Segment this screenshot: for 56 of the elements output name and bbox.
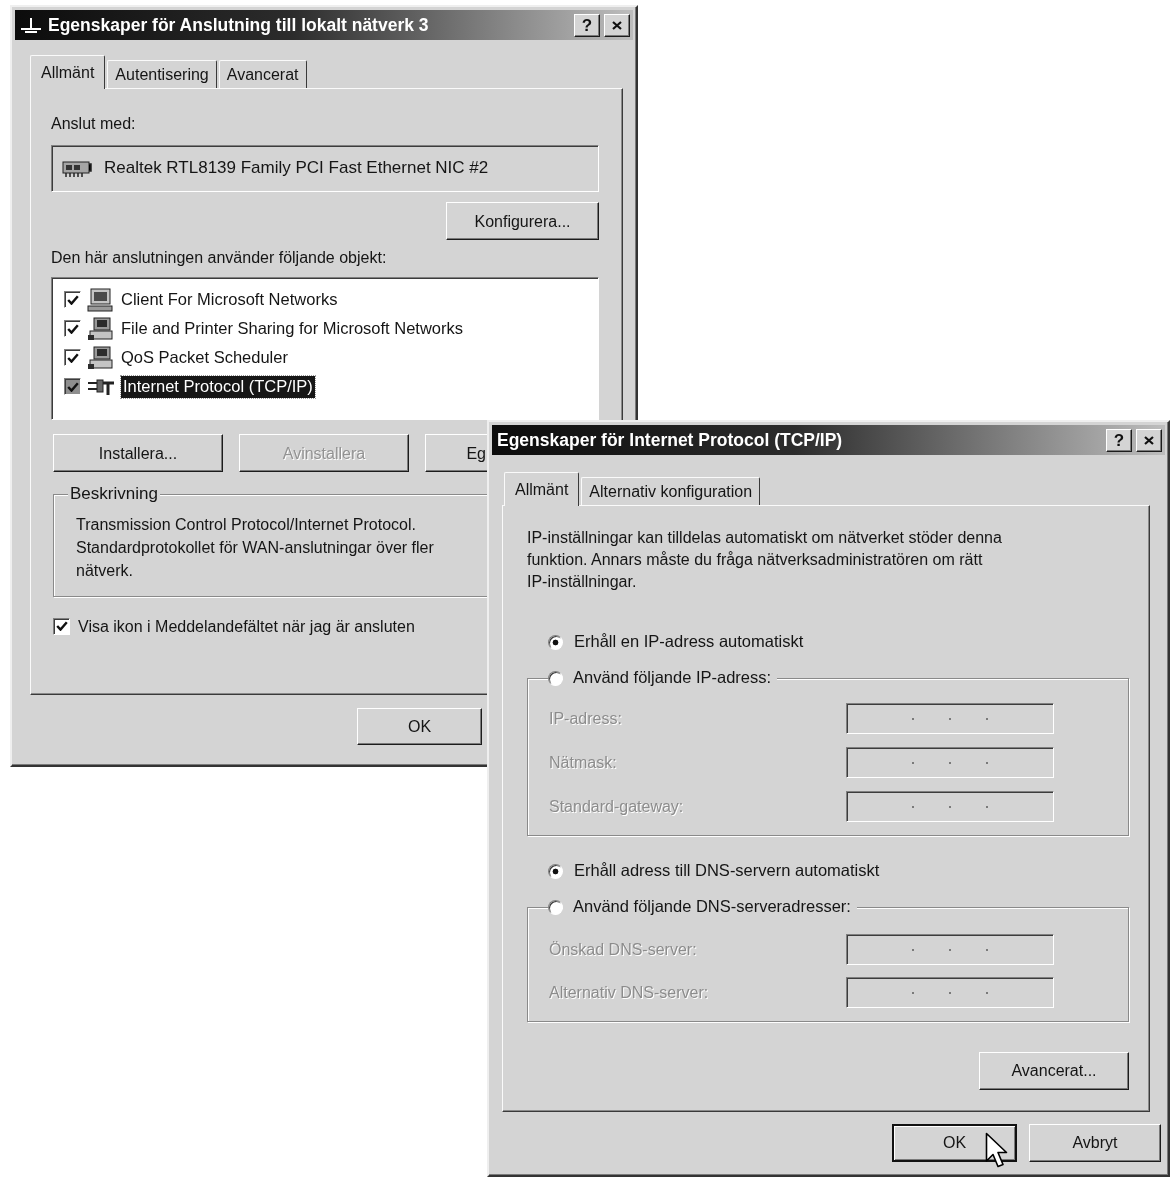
checkmark-icon — [66, 381, 79, 392]
window-title: Egenskaper för Internet Protocol (TCP/IP) — [497, 429, 843, 451]
dialog-button[interactable]: Installera... — [53, 434, 223, 473]
description-text: Transmission Control Protocol/Internet Protocol. Standardprotokollet för WAN-anslutningar över fler nätverk. — [76, 515, 434, 582]
radio-label[interactable]: Använd följande IP-adress: — [563, 668, 778, 688]
group-legend: Beskrivning — [68, 484, 160, 505]
dialog-button[interactable]: OK — [892, 1124, 1017, 1162]
plug-icon — [87, 377, 115, 396]
field-label: Alternativ DNS-server: — [549, 982, 710, 1003]
radio-button[interactable] — [548, 634, 563, 650]
radio-label[interactable]: Erhåll adress till DNS-servern automatiskt — [574, 861, 880, 881]
tab[interactable]: Autentisering — [107, 60, 217, 88]
tab[interactable]: Avancerat — [218, 60, 307, 88]
checkmark-icon — [66, 294, 79, 305]
network-icon — [20, 17, 42, 33]
list-item-label[interactable]: Client For Microsoft Networks — [119, 288, 340, 311]
checkbox[interactable] — [64, 378, 81, 396]
tab[interactable]: Allmänt — [504, 472, 580, 506]
checkbox[interactable] — [53, 617, 70, 635]
tab[interactable]: Alternativ konfiguration — [581, 477, 761, 505]
dialog-button[interactable]: OK — [357, 708, 482, 745]
radio-label[interactable]: Erhåll en IP-adress automatiskt — [574, 632, 804, 652]
checkmark-icon — [55, 621, 68, 632]
window-title: Egenskaper för Anslutning till lokalt nätverk 3 — [48, 14, 429, 36]
tab[interactable]: Allmänt — [30, 55, 106, 89]
list-item-label[interactable]: File and Printer Sharing for Microsoft Networks — [119, 317, 466, 340]
adapter-name: Realtek RTL8139 Family PCI Fast Ethernet NIC #2 — [104, 158, 489, 179]
radio-label[interactable]: Använd följande DNS-serveradresser: — [563, 897, 857, 917]
field-label: IP-adress: — [549, 708, 623, 729]
intro-text: IP-inställningar kan tilldelas automatiskt om nätverket stöder denna funktion. Annars måste du fråga nätverksadministratören om rätt IP-inställningar. — [527, 528, 1002, 592]
field-label: Önskad DNS-server: — [549, 939, 698, 960]
list-label: Den här anslutningen använder följande objekt: — [51, 248, 387, 268]
field-label: Standard-gateway: — [549, 796, 685, 817]
field-label: Anslut med: — [51, 114, 136, 134]
mouse-pointer-icon — [985, 1132, 1009, 1170]
help-button[interactable]: ? — [1106, 428, 1132, 452]
close-icon — [1144, 435, 1154, 445]
radio-button[interactable] — [548, 899, 563, 915]
computer-icon — [87, 345, 113, 370]
checkmark-icon — [66, 323, 79, 334]
computer-icon — [87, 316, 113, 341]
radio-button[interactable] — [548, 670, 563, 686]
network-card-icon — [62, 159, 92, 178]
field-label: Nätmask: — [549, 752, 618, 773]
configure-button[interactable]: Konfigurera... — [446, 202, 599, 241]
list-item-label[interactable]: QoS Packet Scheduler — [119, 346, 290, 369]
dialog-button[interactable]: Avbryt — [1029, 1124, 1161, 1162]
help-button[interactable]: ? — [574, 13, 600, 37]
advanced-button[interactable]: Avancerat... — [979, 1052, 1129, 1090]
list-item-label[interactable]: Internet Protocol (TCP/IP) — [121, 375, 315, 398]
checkbox-label[interactable]: Visa ikon i Meddelandefältet när jag är ansluten — [78, 616, 415, 636]
monitor-icon — [87, 287, 113, 312]
checkmark-icon — [66, 352, 79, 363]
close-icon — [612, 20, 622, 30]
close-button[interactable] — [604, 13, 630, 37]
close-button[interactable] — [1136, 428, 1162, 452]
